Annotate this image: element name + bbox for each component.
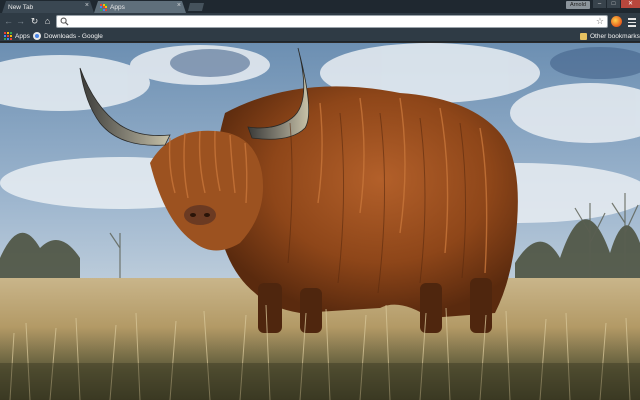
google-favicon-icon: [33, 32, 41, 40]
star-icon[interactable]: ☆: [596, 16, 604, 27]
tab-strip: New Tab × Apps × Arnold – □ ✕: [0, 0, 640, 13]
bookmark-label: Other bookmarks: [590, 32, 640, 40]
new-tab-button[interactable]: [188, 3, 204, 11]
apps-grid-icon: [4, 32, 12, 40]
folder-icon: [580, 32, 587, 40]
bookmarks-bar: Apps Downloads - Google Other bookmarks: [0, 30, 640, 42]
new-tab-background: [0, 43, 640, 400]
bookmark-label: Apps: [15, 32, 30, 40]
close-icon[interactable]: ×: [85, 2, 89, 9]
highland-cattle-photo: [0, 43, 640, 400]
tab-apps[interactable]: Apps ×: [94, 1, 186, 13]
forward-arrow-icon[interactable]: →: [15, 16, 26, 27]
profile-button[interactable]: Arnold: [566, 1, 590, 9]
bookmark-label: Downloads - Google: [44, 32, 103, 40]
extension-icon[interactable]: [611, 16, 622, 27]
reload-icon[interactable]: ↻: [29, 16, 40, 27]
omnibox[interactable]: ☆: [56, 15, 608, 28]
menu-icon[interactable]: [627, 16, 637, 27]
home-icon[interactable]: ⌂: [42, 16, 53, 27]
tab-new-tab[interactable]: New Tab ×: [2, 1, 94, 13]
close-icon[interactable]: ×: [177, 2, 181, 9]
address-input[interactable]: [71, 16, 591, 27]
bookmark-other[interactable]: Other bookmarks: [580, 31, 640, 41]
bookmark-downloads[interactable]: Downloads - Google: [33, 31, 103, 41]
close-window-button[interactable]: ✕: [621, 0, 640, 8]
minimize-button[interactable]: –: [593, 0, 606, 8]
bookmark-apps[interactable]: Apps: [4, 31, 30, 41]
apps-favicon-icon: [100, 4, 107, 11]
back-arrow-icon[interactable]: ←: [3, 16, 14, 27]
browser-toolbar: ← → ↻ ⌂ ☆: [0, 13, 640, 30]
tab-label: New Tab: [8, 3, 34, 11]
maximize-button[interactable]: □: [607, 0, 620, 8]
search-icon: [60, 17, 69, 26]
tab-label: Apps: [110, 3, 125, 11]
